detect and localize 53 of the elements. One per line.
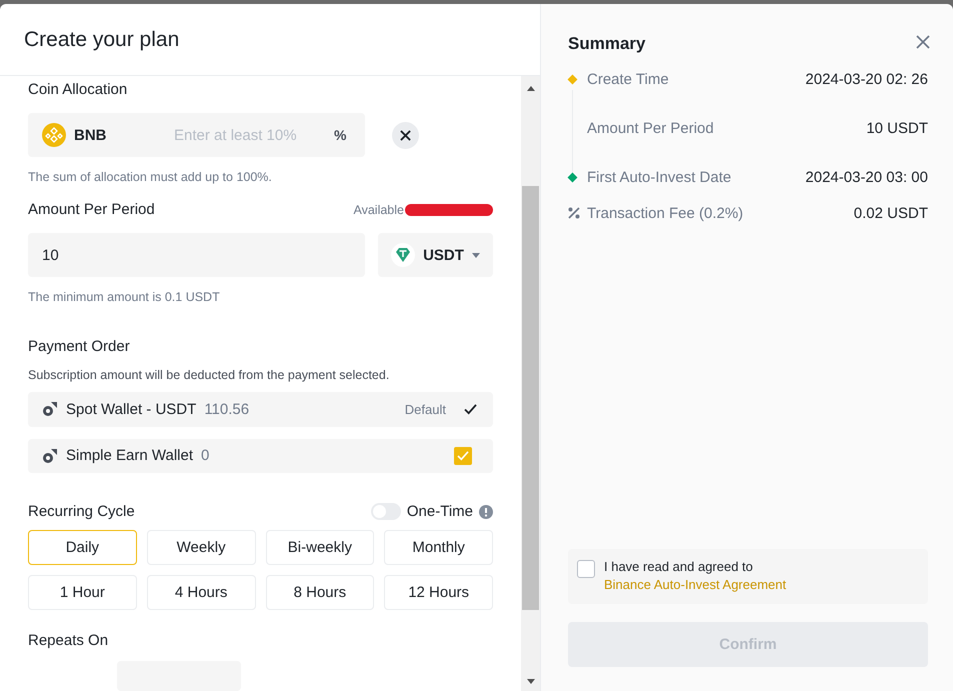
currency-dropdown[interactable]: USDT <box>378 233 493 277</box>
unit-label: % <box>334 127 346 143</box>
section-label: Coin Allocation <box>28 81 128 98</box>
cycle-option[interactable]: Bi-weekly <box>266 530 374 565</box>
hint-text: The sum of allocation must add up to 100%. <box>28 170 273 184</box>
summary-label: Transaction Fee (0.2%) <box>587 204 744 222</box>
wallet-option[interactable]: Simple Earn Wallet 0 <box>28 438 493 473</box>
info-icon <box>479 504 493 518</box>
scrollbar[interactable] <box>521 76 540 691</box>
agreement-text: I have read and agreed to Binance Auto-Invest Agreement <box>604 558 788 594</box>
summary-value: 2024-03-20 03: 00 <box>805 168 928 186</box>
remove-button[interactable] <box>392 122 419 148</box>
summary-value: 2024-03-20 02: 26 <box>805 70 928 88</box>
close-icon <box>916 35 930 49</box>
section-label: Recurring Cycle <box>28 503 135 520</box>
summary-value: 0.02 USDT <box>854 204 928 222</box>
cycle-option[interactable]: 1 Hour <box>28 575 137 610</box>
hint-text: The minimum amount is 0.1 USDT <box>28 290 221 304</box>
section-label: Amount Per Period <box>28 201 155 218</box>
caret-icon <box>472 252 480 258</box>
section-label: Repeats On <box>28 632 110 649</box>
percent-field[interactable]: Enter at least 10% <box>172 126 326 144</box>
toggle-label: One-Time <box>406 503 473 520</box>
check-icon <box>457 450 469 461</box>
wallet-checkbox[interactable] <box>454 446 472 465</box>
coin-icon <box>391 243 416 267</box>
agreement-checkbox[interactable] <box>577 560 595 578</box>
close-icon <box>400 130 411 140</box>
wallet-option[interactable]: Spot Wallet - USDT 110.56 Default <box>28 392 493 426</box>
cycle-option[interactable]: 4 Hours <box>146 575 256 610</box>
amount-field[interactable]: 10 <box>28 233 365 277</box>
percent-icon <box>568 207 580 219</box>
cycle-option[interactable]: Daily <box>28 530 137 565</box>
section-label: Payment Order <box>28 338 131 355</box>
wallet-icon <box>42 448 58 464</box>
summary-label: Amount Per Period <box>587 120 715 136</box>
available-label: Available <box>353 202 404 216</box>
cycle-option[interactable]: Weekly <box>146 530 256 565</box>
coin-name: BNB <box>74 126 108 144</box>
cycle-option[interactable]: Monthly <box>384 530 493 565</box>
cycle-option[interactable]: 8 Hours <box>266 575 374 610</box>
close-button[interactable] <box>916 35 930 49</box>
summary-label: Create Time <box>587 70 670 88</box>
summary-value: 10 USDT <box>866 120 928 136</box>
summary-label: First Auto-Invest Date <box>587 168 732 186</box>
summary-title: Summary <box>568 34 646 54</box>
scroll-down-icon[interactable] <box>526 679 534 684</box>
coin-icon <box>42 123 66 147</box>
wallet-icon <box>42 401 58 418</box>
cycle-option[interactable]: 12 Hours <box>384 575 493 610</box>
dialog-title: Create your plan <box>24 28 180 52</box>
scroll-up-icon[interactable] <box>526 86 534 91</box>
description-text: Subscription amount will be deducted from the payment selected. <box>28 368 390 382</box>
